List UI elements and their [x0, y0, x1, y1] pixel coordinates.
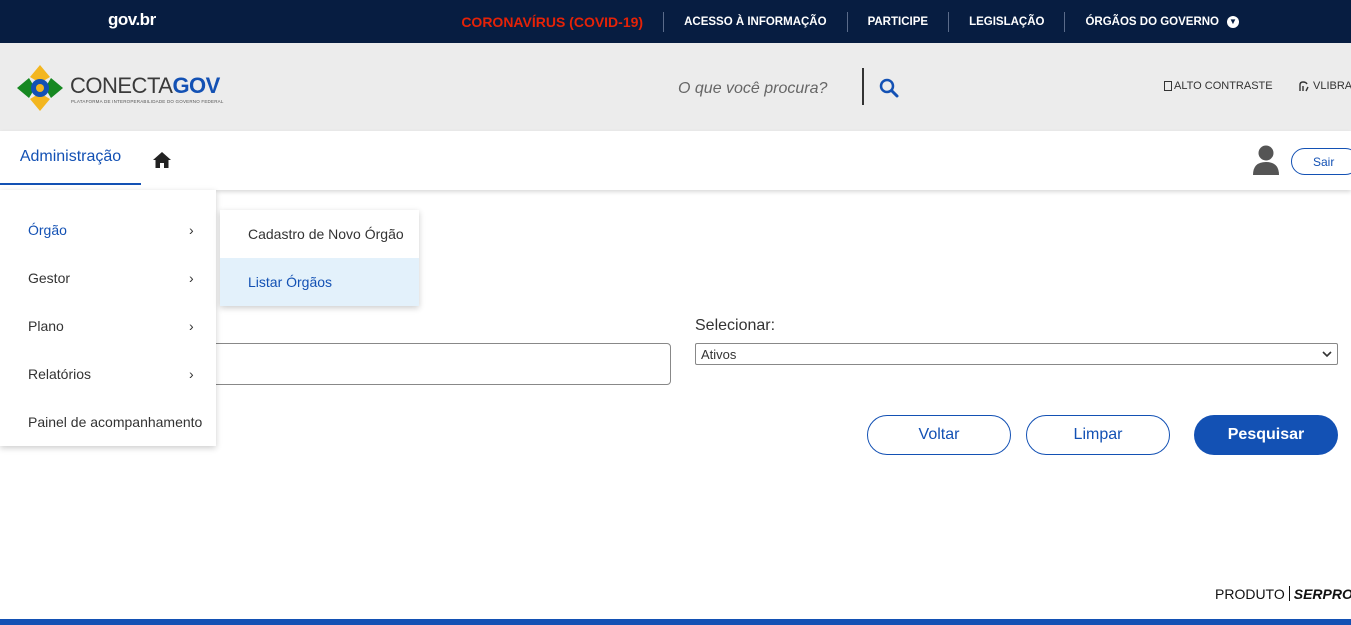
govbr-logo[interactable]: gov.br — [108, 10, 156, 30]
home-icon[interactable] — [152, 151, 172, 169]
high-contrast-toggle[interactable]: ALTO CONTRASTE — [1164, 80, 1273, 92]
menu-item-label: Painel de acompanhamento — [28, 414, 203, 430]
brand-prefix: CONECTA — [70, 73, 173, 98]
brand-subtitle: PLATAFORMA DE INTEROPERABILIDADE DO GOVE… — [71, 99, 224, 104]
menu-item-orgao[interactable]: Órgão › — [0, 206, 216, 254]
gov-topbar: gov.br CORONAVÍRUS (COVID-19) ACESSO À I… — [0, 0, 1351, 43]
submenu-item-cadastro-orgao[interactable]: Cadastro de Novo Órgão — [220, 210, 419, 258]
menu-item-label: Relatórios — [28, 366, 92, 382]
menu-item-label: Órgão — [28, 222, 67, 238]
menu-item-plano[interactable]: Plano › — [0, 302, 216, 350]
footer-divider — [1288, 586, 1290, 601]
submenu-item-listar-orgaos[interactable]: Listar Órgãos — [220, 258, 419, 306]
search-input[interactable]: O que você procura? — [678, 80, 827, 98]
chevron-right-icon: › — [189, 318, 194, 334]
back-button[interactable]: Voltar — [867, 415, 1011, 455]
status-select[interactable]: Ativos — [695, 343, 1338, 365]
menu-item-label: Gestor — [28, 270, 71, 286]
search-icon[interactable] — [878, 77, 900, 99]
status-select-value: Ativos — [701, 346, 737, 362]
status-select-label: Selecionar: — [695, 317, 776, 334]
brand-name: CONECTAGOV — [70, 73, 220, 99]
vlibras-label: VLIBRAS — [1313, 80, 1351, 92]
vlibras-hand-icon — [1299, 81, 1309, 92]
topbar-link-legislacao[interactable]: LEGISLAÇÃO — [948, 11, 1064, 32]
footer-bar — [0, 619, 1351, 625]
admin-dropdown-menu: Órgão › Gestor › Plano › Relatórios › Pa… — [0, 190, 216, 446]
menu-item-painel-acompanhamento[interactable]: Painel de acompanhamento — [0, 398, 216, 446]
chevron-right-icon: › — [189, 270, 194, 286]
topbar-link-orgaos-label: ÓRGÃOS DO GOVERNO — [1085, 15, 1219, 28]
topbar-link-acesso-informacao[interactable]: ACESSO À INFORMAÇÃO — [663, 11, 846, 32]
conectagov-logo-icon[interactable] — [15, 63, 65, 113]
clear-button[interactable]: Limpar — [1026, 415, 1170, 455]
footer-product-label: PRODUTO — [1215, 586, 1285, 602]
menu-item-relatorios[interactable]: Relatórios › — [0, 350, 216, 398]
footer-company-logo: SERPRO — [1293, 586, 1351, 602]
topbar-link-participe[interactable]: PARTICIPE — [846, 11, 949, 32]
menu-item-gestor[interactable]: Gestor › — [0, 254, 216, 302]
menu-item-label: Plano — [28, 318, 64, 334]
site-header: CONECTAGOV PLATAFORMA DE INTEROPERABILID… — [0, 43, 1351, 131]
main-nav: Administração Sair — [0, 131, 1351, 190]
brand-suffix: GOV — [172, 73, 220, 98]
search-button[interactable]: Pesquisar — [1194, 415, 1338, 455]
contrast-icon — [1164, 81, 1172, 91]
chevron-down-icon — [1322, 351, 1332, 358]
nav-tab-administracao[interactable]: Administração — [0, 131, 141, 185]
high-contrast-label: ALTO CONTRASTE — [1174, 80, 1273, 92]
topbar-link-orgaos-governo[interactable]: ÓRGÃOS DO GOVERNO ▼ — [1064, 11, 1259, 32]
search-text-field[interactable] — [196, 343, 671, 385]
search-divider — [862, 68, 864, 105]
user-icon[interactable] — [1252, 144, 1280, 176]
orgao-submenu: Cadastro de Novo Órgão Listar Órgãos — [220, 210, 419, 306]
logout-button[interactable]: Sair — [1291, 148, 1351, 175]
topbar-links: CORONAVÍRUS (COVID-19) ACESSO À INFORMAÇ… — [461, 0, 1259, 43]
chevron-right-icon: › — [189, 366, 194, 382]
vlibras-button[interactable]: VLIBRAS — [1297, 79, 1351, 93]
chevron-right-icon: › — [189, 222, 194, 238]
chevron-down-icon: ▼ — [1227, 15, 1239, 28]
footer-credit: PRODUTO SERPRO — [1215, 586, 1351, 602]
topbar-link-covid[interactable]: CORONAVÍRUS (COVID-19) — [461, 12, 663, 32]
